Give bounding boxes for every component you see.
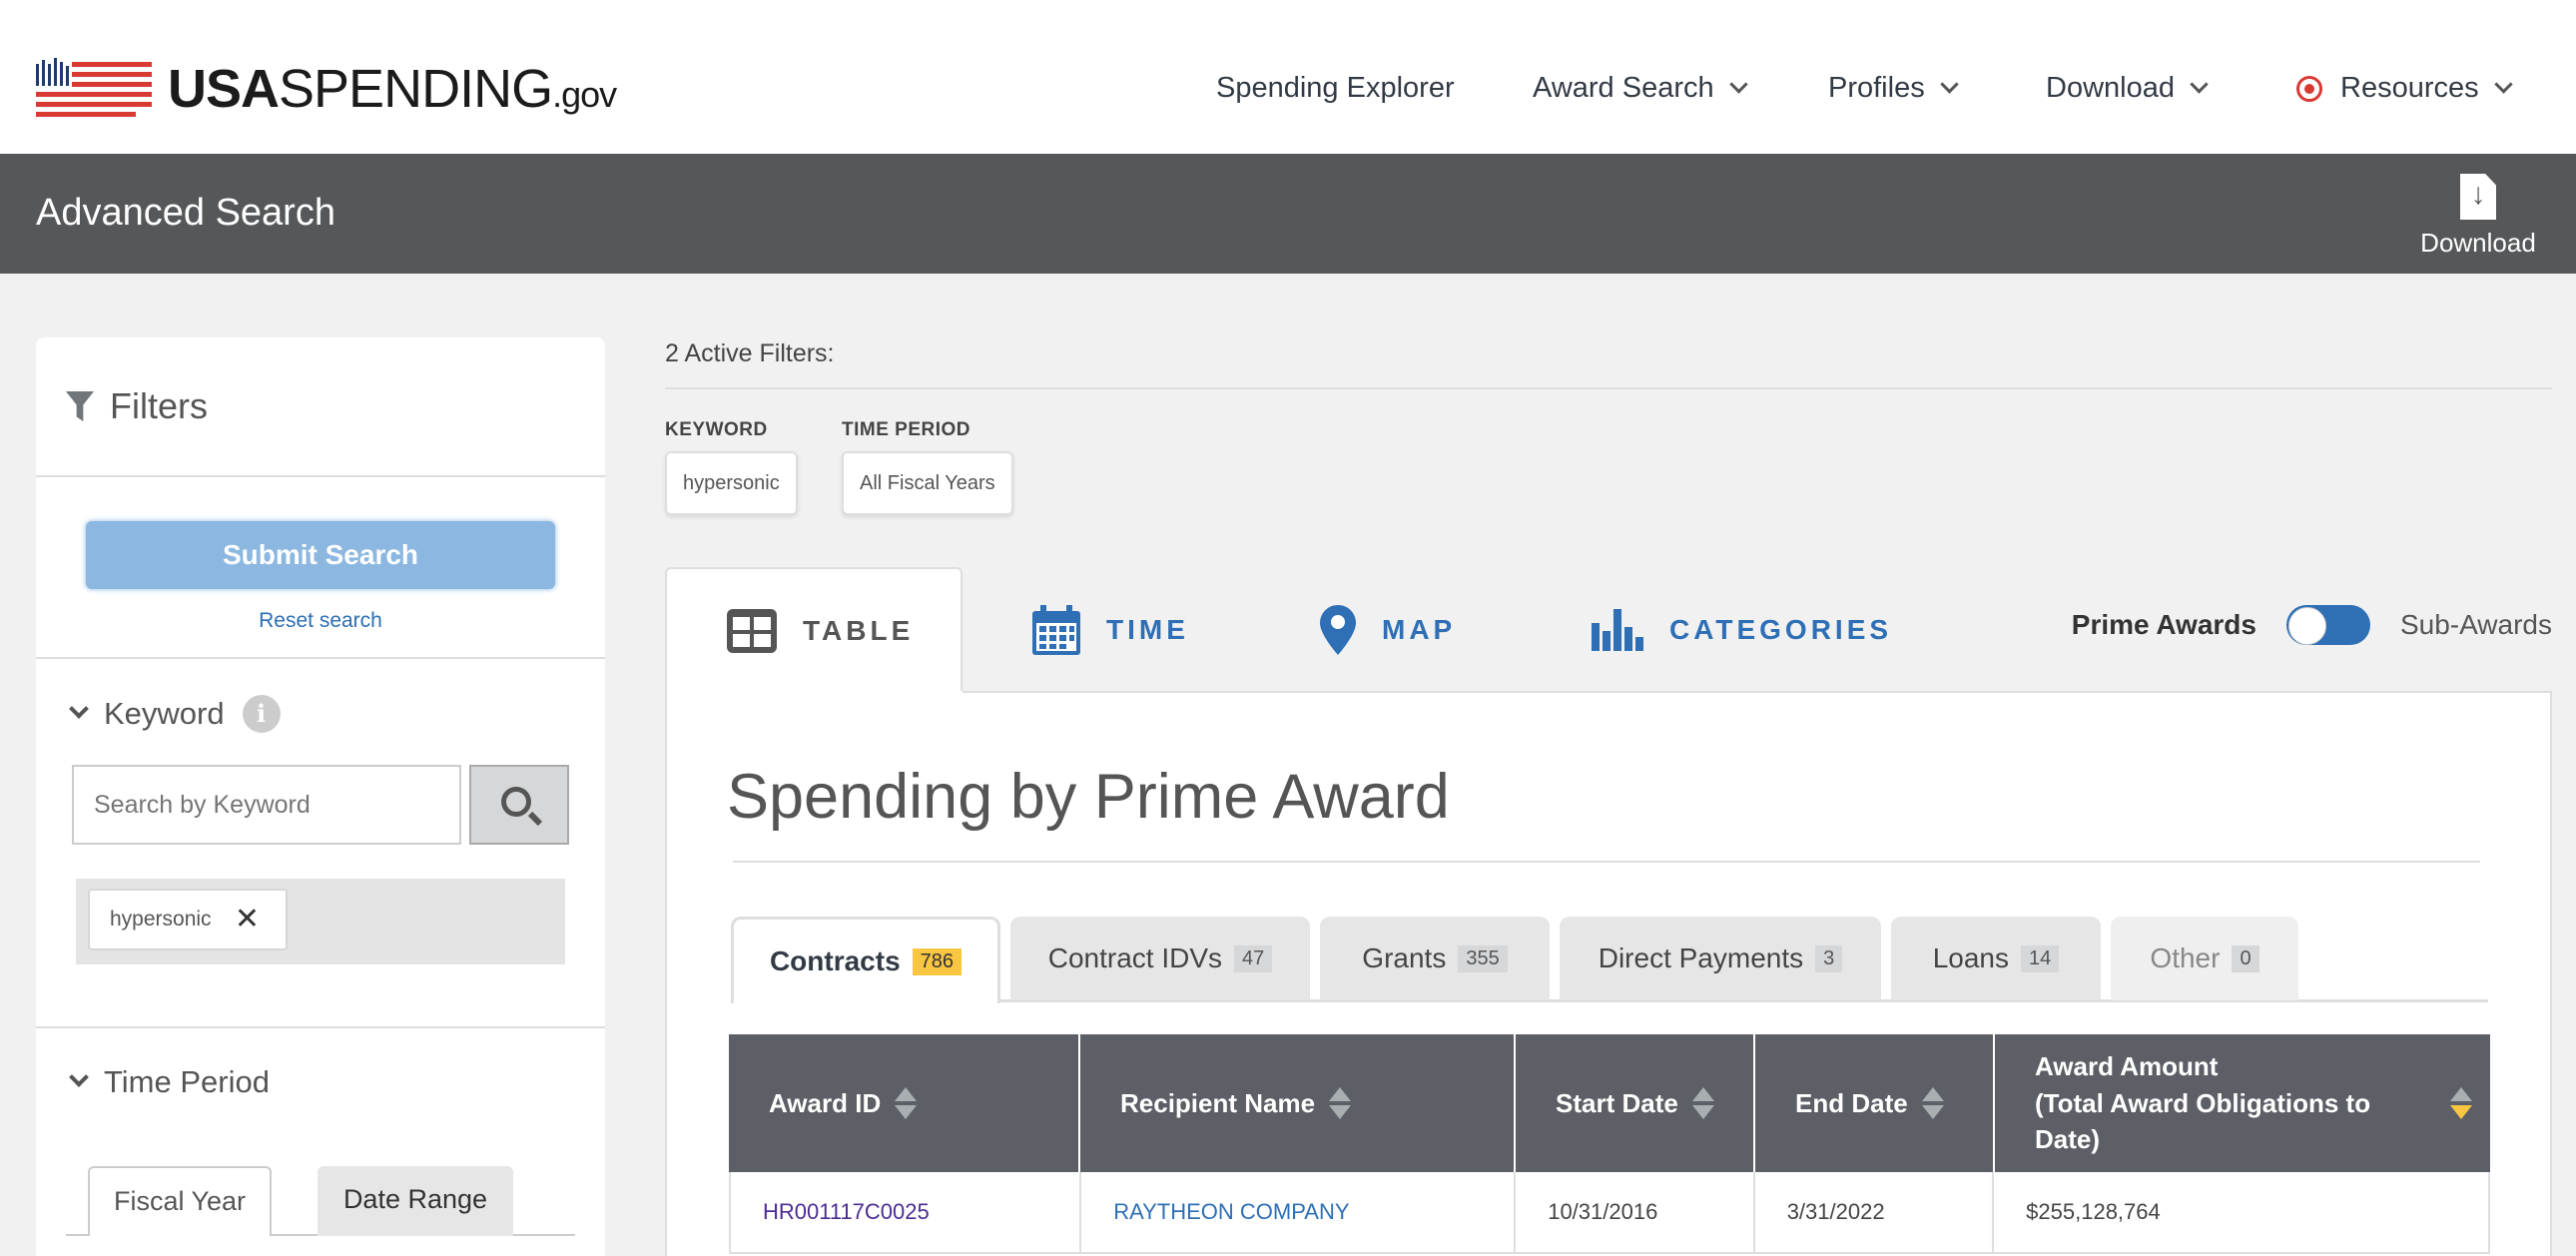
col-recipient-name[interactable]: Recipient Name xyxy=(1080,1034,1516,1172)
cell-award-id: HR001117C0025 xyxy=(731,1172,1082,1252)
chevron-down-icon xyxy=(1728,75,1748,94)
chevron-down-icon xyxy=(2493,75,2513,94)
time-period-tabs: Fiscal Year Date Range xyxy=(66,1166,575,1236)
filters-heading: Filters xyxy=(36,337,605,477)
keyword-chip: hypersonic ✕ xyxy=(88,889,288,950)
results-title: Spending by Prime Award xyxy=(727,762,1450,832)
sub-awards-label: Sub-Awards xyxy=(2399,609,2552,640)
download-button[interactable]: Download xyxy=(2418,174,2538,259)
active-filter-keyword: KEYWORD hypersonic xyxy=(665,419,798,515)
sort-icon[interactable] xyxy=(895,1087,918,1119)
map-pin-icon xyxy=(1320,605,1356,655)
filter-chip[interactable]: All Fiscal Years xyxy=(842,451,1013,515)
table-icon xyxy=(727,609,777,653)
search-icon xyxy=(501,787,531,817)
time-period-filter: Time Period Fiscal Year Date Range xyxy=(36,1028,605,1256)
col-end-date[interactable]: End Date xyxy=(1755,1034,1995,1172)
col-award-amount[interactable]: Award Amount (Total Award Obligations to … xyxy=(1995,1034,2490,1172)
filters-sidebar: Filters Submit Search Reset search Keywo… xyxy=(36,337,605,1256)
bar-chart-icon xyxy=(1592,609,1643,651)
awards-table: Award ID Recipient Name Start Date End D… xyxy=(729,1034,2490,1254)
sort-icon[interactable] xyxy=(1691,1087,1714,1119)
submit-section: Submit Search Reset search xyxy=(36,477,605,659)
tab-direct-payments[interactable]: Direct Payments 3 xyxy=(1560,917,1881,1000)
chevron-down-icon xyxy=(69,1067,89,1087)
keyword-chip-area: hypersonic ✕ xyxy=(76,879,565,964)
cell-recipient: RAYTHEON COMPANY xyxy=(1081,1172,1517,1252)
active-filter-time-period: TIME PERIOD All Fiscal Years xyxy=(842,419,1013,515)
tab-other[interactable]: Other 0 xyxy=(2111,917,2298,1000)
divider xyxy=(733,861,2480,863)
keyword-search-input[interactable] xyxy=(72,765,461,845)
tab-fiscal-year[interactable]: Fiscal Year xyxy=(88,1166,272,1236)
advanced-search-header: Advanced Search Download xyxy=(0,154,2576,274)
chevron-down-icon xyxy=(2190,75,2209,94)
count-badge: 0 xyxy=(2232,944,2259,972)
count-badge: 47 xyxy=(1234,944,1273,972)
sort-icon[interactable] xyxy=(1921,1087,1944,1119)
nav-spending-explorer[interactable]: Spending Explorer xyxy=(1216,72,1455,105)
file-download-icon xyxy=(2460,174,2496,220)
sort-icon[interactable] xyxy=(2450,1087,2472,1119)
time-period-section-toggle[interactable]: Time Period xyxy=(69,1064,270,1100)
nav-resources[interactable]: Resources xyxy=(2296,72,2513,105)
sort-icon[interactable] xyxy=(1329,1087,1352,1119)
cell-award-amount: $255,128,764 xyxy=(2026,1199,2161,1224)
tab-table[interactable]: TABLE xyxy=(665,567,963,693)
tab-time[interactable]: TIME xyxy=(1032,567,1189,693)
cell-start-date: 10/31/2016 xyxy=(1516,1172,1755,1252)
calendar-icon xyxy=(1032,605,1080,655)
divider xyxy=(665,387,2552,389)
page-title: Advanced Search xyxy=(36,192,335,234)
col-start-date[interactable]: Start Date xyxy=(1516,1034,1755,1172)
award-type-toggle: Prime Awards Sub-Awards xyxy=(2072,605,2552,645)
funnel-icon xyxy=(66,391,94,421)
keyword-filter: Keyword i hypersonic ✕ xyxy=(36,659,605,1028)
reset-search-link[interactable]: Reset search xyxy=(36,609,605,633)
site-header: USASPENDING.gov Spending Explorer Award … xyxy=(0,0,2576,154)
nav-award-search[interactable]: Award Search xyxy=(1533,72,1748,105)
filter-chip[interactable]: hypersonic xyxy=(665,451,798,515)
submit-search-button[interactable]: Submit Search xyxy=(86,521,555,589)
award-id-link[interactable]: HR001117C0025 xyxy=(763,1199,930,1225)
close-icon[interactable]: ✕ xyxy=(235,891,260,948)
visualization-tabs: TABLE TIME MAP CATEGORIES Prime Awards S… xyxy=(665,567,2552,693)
tab-contracts[interactable]: Contracts 786 xyxy=(731,917,1000,1003)
divider xyxy=(963,691,2552,693)
record-icon xyxy=(2296,75,2322,102)
active-filters-heading: 2 Active Filters: xyxy=(665,339,835,367)
keyword-search-button[interactable] xyxy=(469,765,569,845)
info-icon[interactable]: i xyxy=(242,695,281,733)
tab-categories[interactable]: CATEGORIES xyxy=(1592,567,1892,693)
prime-awards-label: Prime Awards xyxy=(2071,609,2256,640)
prime-sub-toggle[interactable] xyxy=(2285,605,2370,645)
count-badge: 3 xyxy=(1815,944,1843,972)
tab-grants[interactable]: Grants 355 xyxy=(1320,917,1550,1000)
table-row: HR001117C0025 RAYTHEON COMPANY 10/31/201… xyxy=(729,1172,2490,1254)
count-badge: 14 xyxy=(2021,944,2060,972)
award-type-tabs: Contracts 786 Contract IDVs 47 Grants 35… xyxy=(731,917,2488,1003)
nav-download[interactable]: Download xyxy=(2046,72,2209,105)
tab-date-range[interactable]: Date Range xyxy=(318,1166,513,1236)
count-badge: 786 xyxy=(912,947,963,975)
cell-end-date: 3/31/2022 xyxy=(1755,1172,1995,1252)
keyword-section-toggle[interactable]: Keyword i xyxy=(69,695,281,733)
results-panel: Spending by Prime Award Contracts 786 Co… xyxy=(665,691,2552,1256)
table-header: Award ID Recipient Name Start Date End D… xyxy=(729,1034,2490,1172)
col-award-id[interactable]: Award ID xyxy=(729,1034,1080,1172)
tab-contract-idvs[interactable]: Contract IDVs 47 xyxy=(1010,917,1310,1000)
nav-profiles[interactable]: Profiles xyxy=(1828,72,1959,105)
chevron-down-icon xyxy=(1940,75,1959,94)
tab-loans[interactable]: Loans 14 xyxy=(1891,917,2101,1000)
recipient-link[interactable]: RAYTHEON COMPANY xyxy=(1113,1199,1349,1225)
chevron-down-icon xyxy=(69,699,89,719)
main-nav: Spending Explorer Award Search Profiles … xyxy=(0,72,2576,120)
tab-map[interactable]: MAP xyxy=(1320,567,1456,693)
count-badge: 355 xyxy=(1458,944,1508,972)
